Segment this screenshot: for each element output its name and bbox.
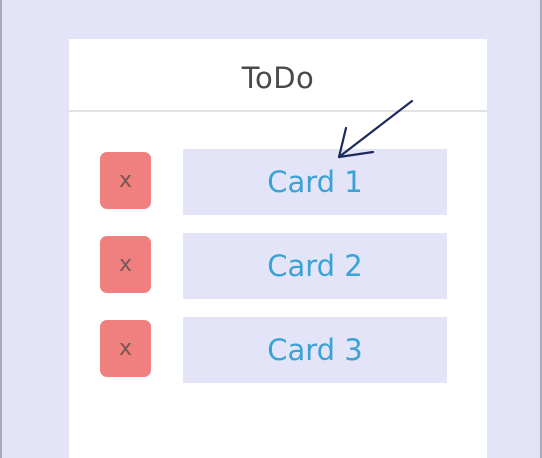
delete-card-button[interactable]: x bbox=[100, 236, 151, 293]
card-label: Card 3 bbox=[267, 333, 363, 367]
card-label: Card 2 bbox=[267, 249, 363, 283]
delete-card-button[interactable]: x bbox=[100, 152, 151, 209]
todo-column: ToDo x Card 1 x Card 2 x Card 3 bbox=[69, 39, 487, 458]
card[interactable]: Card 1 bbox=[183, 149, 447, 215]
card-row: x Card 1 bbox=[69, 145, 487, 215]
card-row: x Card 2 bbox=[69, 229, 487, 299]
column-title: ToDo bbox=[241, 60, 315, 95]
card[interactable]: Card 3 bbox=[183, 317, 447, 383]
window-edge-left bbox=[0, 0, 2, 458]
column-header: ToDo bbox=[69, 39, 487, 112]
card[interactable]: Card 2 bbox=[183, 233, 447, 299]
delete-card-button[interactable]: x bbox=[100, 320, 151, 377]
card-row: x Card 3 bbox=[69, 313, 487, 383]
card-label: Card 1 bbox=[267, 165, 363, 199]
